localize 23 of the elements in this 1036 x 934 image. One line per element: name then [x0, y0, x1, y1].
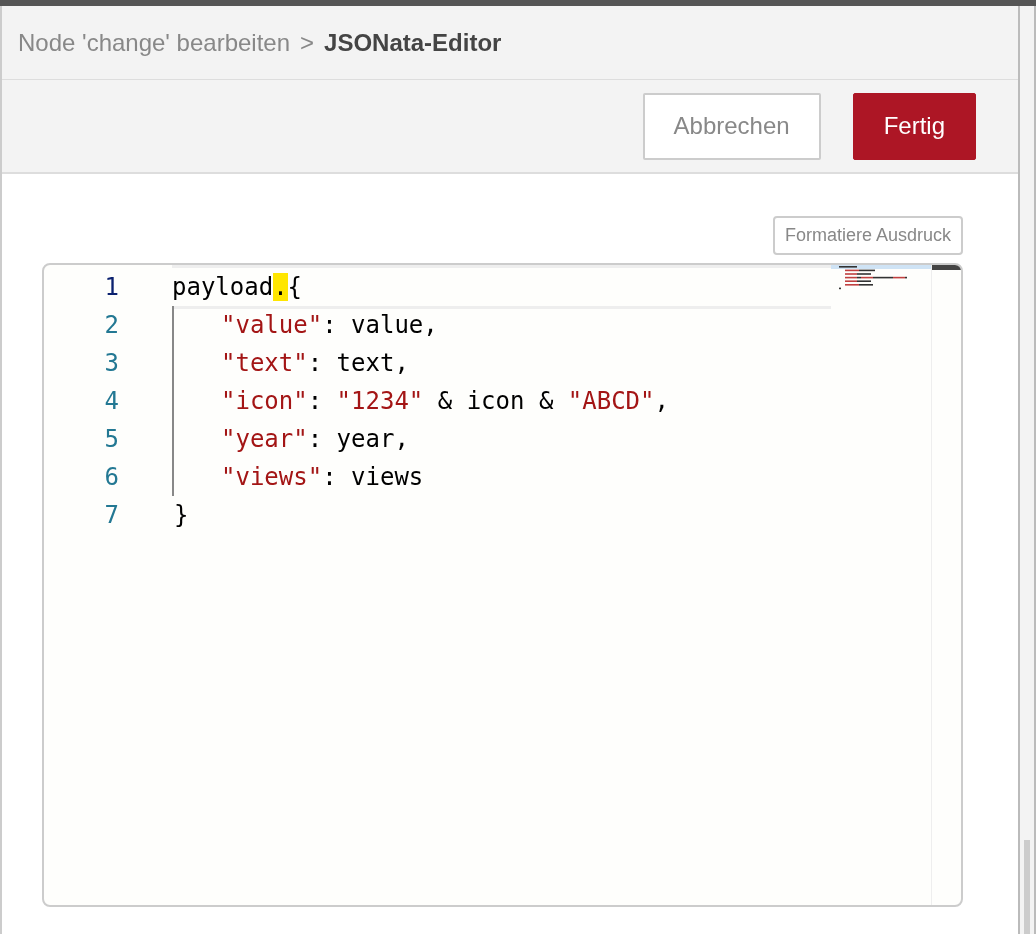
line-number: 5: [103, 425, 120, 453]
breadcrumb-separator: >: [300, 28, 315, 57]
breadcrumb-parent[interactable]: Node 'change' bearbeiten: [18, 28, 291, 57]
code-line: "views": views: [172, 458, 831, 496]
cancel-button[interactable]: Abbrechen: [642, 92, 821, 160]
code-line: "value": value,: [172, 306, 831, 344]
dialog-title: JSONata-Editor: [324, 28, 502, 57]
code-line: }: [173, 500, 190, 531]
code-line: "year": year,: [172, 420, 831, 458]
code-line: "icon": "1234" & icon & "ABCD",: [172, 382, 831, 420]
code-line: payload.{: [172, 265, 831, 309]
scrollbar[interactable]: [931, 265, 961, 905]
line-number: 2: [103, 311, 120, 339]
code-editor[interactable]: 1 payload.{ 2 "value": value, 3 "text": text, 4 "icon": "1234" & icon & "ABCD", 5 "year": year, 6 "views": views 7 }: [42, 263, 963, 907]
line-number: 7: [103, 501, 120, 529]
line-number: 6: [103, 463, 120, 491]
done-button[interactable]: Fertig: [852, 92, 976, 160]
scrollbar-thumb[interactable]: [1024, 840, 1030, 934]
code-line: "text": text,: [172, 344, 831, 382]
line-number: 4: [103, 387, 120, 415]
line-number: 3: [103, 349, 120, 377]
line-number: 1: [103, 273, 120, 301]
format-button[interactable]: Formatiere Ausdruck: [772, 216, 963, 255]
